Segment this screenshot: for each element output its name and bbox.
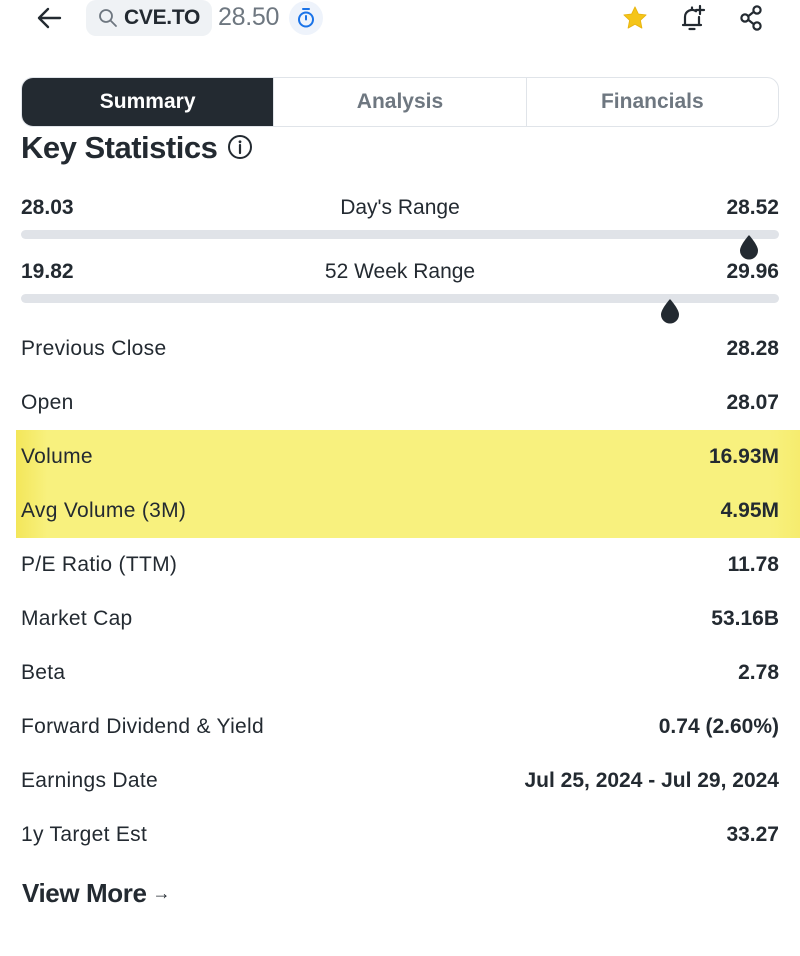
range-high: 29.96 <box>726 260 779 283</box>
key-statistics-header: Key Statistics <box>21 131 253 171</box>
arrow-left-icon <box>37 7 62 29</box>
top-bar: CVE.TO 28.50 <box>0 0 800 36</box>
arrow-right-icon: → <box>152 883 171 903</box>
stat-value: 0.74 (2.60%) <box>658 715 779 738</box>
stat-row-earnings-date: Earnings Date Jul 25, 2024 - Jul 29, 202… <box>0 754 800 808</box>
current-price: 28.50 <box>218 3 280 31</box>
stat-label: Previous Close <box>21 337 167 360</box>
stat-label: Market Cap <box>21 607 133 630</box>
stat-value: 4.95M <box>720 499 779 522</box>
view-more-label: View More <box>22 878 147 908</box>
info-icon[interactable] <box>227 134 253 160</box>
range-label: 52 Week Range <box>324 260 476 283</box>
tab-financials[interactable]: Financials <box>525 78 778 126</box>
stat-label: Beta <box>21 661 66 684</box>
stat-label: P/E Ratio (TTM) <box>21 553 178 576</box>
share-button[interactable] <box>736 2 768 34</box>
range-marker-icon <box>739 235 758 260</box>
stat-value: 53.16B <box>711 607 779 630</box>
stat-label: Open <box>21 391 74 414</box>
stat-value: 11.78 <box>727 553 779 576</box>
stat-value: 33.27 <box>726 823 779 846</box>
stat-row-open: Open 28.07 <box>0 376 800 430</box>
range-high: 28.52 <box>726 196 779 219</box>
market-status-badge[interactable] <box>289 1 323 35</box>
watchlist-star-button[interactable] <box>619 2 651 34</box>
share-icon <box>740 5 762 31</box>
bell-plus-icon <box>681 4 706 31</box>
star-icon <box>623 6 647 29</box>
highlighted-rows: Volume 16.93M Avg Volume (3M) 4.95M <box>16 430 800 538</box>
stat-row-beta: Beta 2.78 <box>0 646 800 700</box>
search-icon <box>99 9 117 27</box>
stat-value: 16.93M <box>708 445 779 468</box>
stat-row-volume: Volume 16.93M <box>16 430 800 484</box>
ticker-search-button[interactable]: CVE.TO <box>86 0 212 36</box>
view-more-link[interactable]: View More → <box>22 878 171 909</box>
stopwatch-icon <box>298 8 314 28</box>
stat-row-previous-close: Previous Close 28.28 <box>0 322 800 376</box>
back-button[interactable] <box>34 4 64 32</box>
stat-row-target-est: 1y Target Est 33.27 <box>0 808 800 862</box>
stat-label: 1y Target Est <box>21 823 148 846</box>
stat-value: 28.07 <box>726 391 779 414</box>
ticker-symbol: CVE.TO <box>124 6 200 29</box>
stat-row-pe-ratio: P/E Ratio (TTM) 11.78 <box>0 538 800 592</box>
stat-value: Jul 25, 2024 - Jul 29, 2024 <box>524 769 779 792</box>
add-alert-button[interactable] <box>676 2 708 34</box>
stat-row-market-cap: Market Cap 53.16B <box>0 592 800 646</box>
stat-row-avg-volume: Avg Volume (3M) 4.95M <box>16 484 800 538</box>
tab-summary[interactable]: Summary <box>22 78 274 126</box>
tab-bar: Summary Analysis Financials <box>21 77 779 127</box>
52-week-range: 19.82 52 Week Range 29.96 <box>21 260 779 324</box>
stat-value: 2.78 <box>738 661 779 684</box>
range-track <box>21 230 779 239</box>
stat-label: Volume <box>21 445 93 468</box>
tab-analysis[interactable]: Analysis <box>273 78 525 126</box>
days-range: 28.03 Day's Range 28.52 <box>21 196 779 260</box>
stats-list: Previous Close 28.28 Open 28.07 Volume 1… <box>0 322 800 862</box>
stat-label: Forward Dividend & Yield <box>21 715 264 738</box>
range-label: Day's Range <box>340 196 460 219</box>
stat-value: 28.28 <box>726 337 779 360</box>
section-title: Key Statistics <box>21 131 218 165</box>
stat-label: Earnings Date <box>21 769 158 792</box>
stat-row-forward-dividend: Forward Dividend & Yield 0.74 (2.60%) <box>0 700 800 754</box>
range-marker-icon <box>660 299 679 324</box>
stat-label: Avg Volume (3M) <box>21 499 187 522</box>
